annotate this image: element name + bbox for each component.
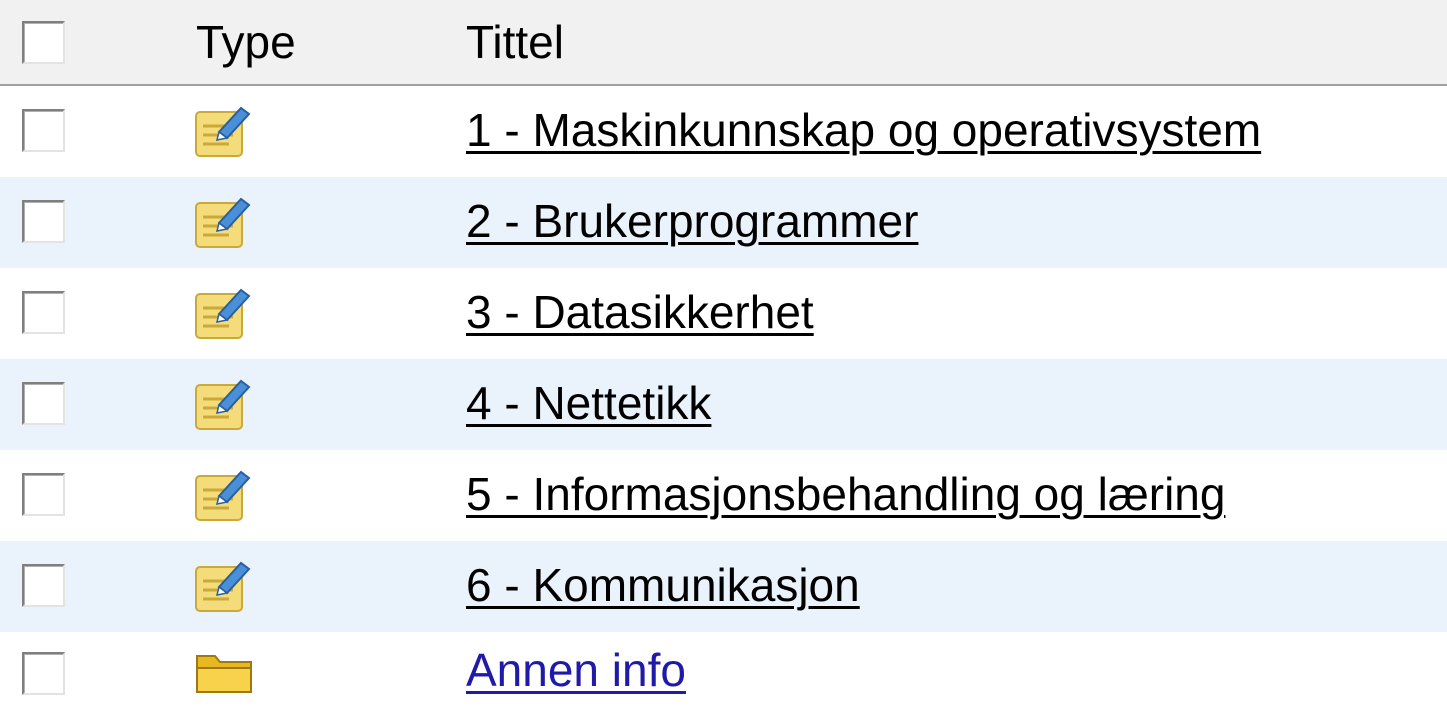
table-row: 6 - Kommunikasjon — [0, 541, 1447, 632]
row-checkbox[interactable] — [22, 564, 65, 607]
row-checkbox[interactable] — [22, 473, 65, 516]
row-title-link[interactable]: 2 - Brukerprogrammer — [466, 193, 918, 249]
row-title-link[interactable]: 6 - Kommunikasjon — [466, 557, 860, 613]
table-row: 2 - Brukerprogrammer — [0, 177, 1447, 268]
row-title-link[interactable]: Annen info — [466, 642, 686, 698]
content-list-table: Type Tittel 1 - Maskinkunnskap og operat… — [0, 0, 1447, 707]
folder-icon — [196, 655, 252, 693]
row-title-link[interactable]: 3 - Datasikkerhet — [466, 284, 814, 340]
notepad-pencil-icon — [195, 288, 251, 339]
column-header-title[interactable]: Tittel — [466, 14, 564, 70]
notepad-pencil-icon — [195, 470, 251, 521]
row-title-link[interactable]: 4 - Nettetikk — [466, 375, 711, 431]
row-checkbox[interactable] — [22, 291, 65, 334]
notepad-pencil-icon — [195, 106, 251, 157]
table-header: Type Tittel — [0, 0, 1447, 86]
select-all-checkbox[interactable] — [22, 21, 65, 64]
row-checkbox[interactable] — [22, 200, 65, 243]
notepad-pencil-icon — [195, 561, 251, 612]
row-checkbox[interactable] — [22, 382, 65, 425]
table-row: 3 - Datasikkerhet — [0, 268, 1447, 359]
notepad-pencil-icon — [195, 379, 251, 430]
row-checkbox[interactable] — [22, 652, 65, 695]
table-row: Annen info — [0, 632, 1447, 707]
column-header-type[interactable]: Type — [196, 14, 296, 70]
notepad-pencil-icon — [195, 197, 251, 248]
table-row: 5 - Informasjonsbehandling og læring — [0, 450, 1447, 541]
table-row: 1 - Maskinkunnskap og operativsystem — [0, 86, 1447, 177]
row-title-link[interactable]: 1 - Maskinkunnskap og operativsystem — [466, 102, 1261, 158]
row-title-link[interactable]: 5 - Informasjonsbehandling og læring — [466, 466, 1225, 522]
row-checkbox[interactable] — [22, 109, 65, 152]
table-row: 4 - Nettetikk — [0, 359, 1447, 450]
